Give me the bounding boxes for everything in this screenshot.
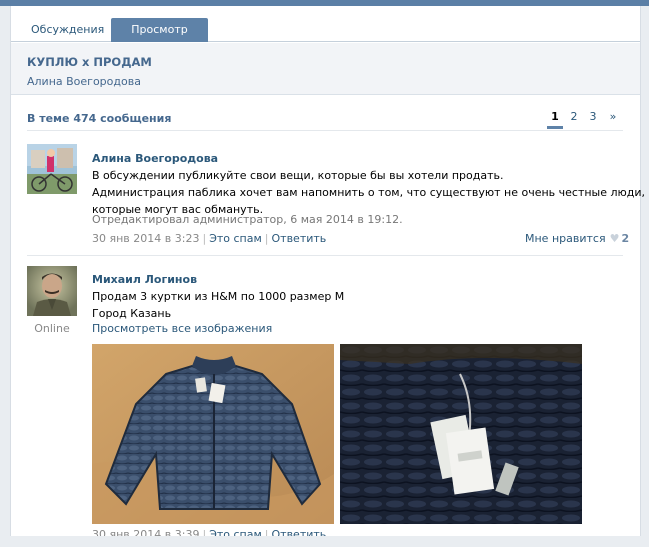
divider (27, 130, 623, 131)
avatar[interactable] (27, 266, 77, 316)
post-meta: 30 янв 2014 в 3:23 | Это спам | Ответить (92, 232, 326, 245)
divider (27, 255, 623, 256)
topic-page: Обсуждения Просмотр темы КУПЛЮ х ПРОДАМ … (10, 6, 646, 547)
report-spam-link[interactable]: Это спам (209, 232, 262, 245)
topic-author-link[interactable]: Алина Воегородова (27, 75, 141, 88)
tab-view-topic[interactable]: Просмотр темы (111, 18, 208, 60)
heart-icon: ♥ (609, 232, 620, 245)
tab-discussions[interactable]: Обсуждения (21, 18, 113, 42)
post-author-link[interactable]: Алина Воегородова (92, 152, 218, 165)
topic-header: КУПЛЮ х ПРОДАМ Алина Воегородова (11, 43, 640, 95)
like-label: Мне нравится (525, 232, 606, 245)
post-text-line: Продам 3 куртки из H&M по 1000 размер М (92, 290, 345, 303)
separator: | (202, 232, 207, 245)
post-text: В обсуждении публикуйте свои вещи, котор… (92, 167, 646, 218)
avatar[interactable] (27, 144, 77, 194)
page-2[interactable]: 2 (566, 109, 582, 129)
left-strip (0, 6, 10, 547)
page-1[interactable]: 1 (547, 109, 563, 129)
tab-bar: Обсуждения Просмотр темы (11, 18, 640, 60)
post-author-link[interactable]: Михаил Логинов (92, 273, 197, 286)
jacket-photo-1[interactable] (92, 344, 334, 524)
separator: | (264, 232, 269, 245)
post-date[interactable]: 30 янв 2014 в 3:23 (92, 232, 199, 245)
view-all-images-link[interactable]: Просмотреть все изображения (92, 322, 272, 335)
page-3[interactable]: 3 (585, 109, 601, 129)
like-count: 2 (621, 232, 630, 245)
topic-title: КУПЛЮ х ПРОДАМ (27, 55, 152, 69)
edit-note: Отредактировал администратор, 6 мая 2014… (92, 213, 403, 226)
post-text-line: Администрация паблика хочет вам напомнит… (92, 186, 646, 199)
reply-link[interactable]: Ответить (272, 232, 327, 245)
post-text: Продам 3 куртки из H&M по 1000 размер М … (92, 288, 512, 322)
message-count: В теме 474 сообщения (27, 112, 172, 125)
bottom-bar (0, 536, 649, 547)
post-text-line: Город Казань (92, 307, 172, 320)
online-status: Online (34, 322, 70, 335)
like-button[interactable]: Мне нравится ♥ 2 (525, 232, 629, 245)
post-text-line: В обсуждении публикуйте свои вещи, котор… (92, 169, 504, 182)
jacket-photo-2[interactable] (340, 344, 582, 524)
next-page-link[interactable]: » (605, 109, 621, 129)
